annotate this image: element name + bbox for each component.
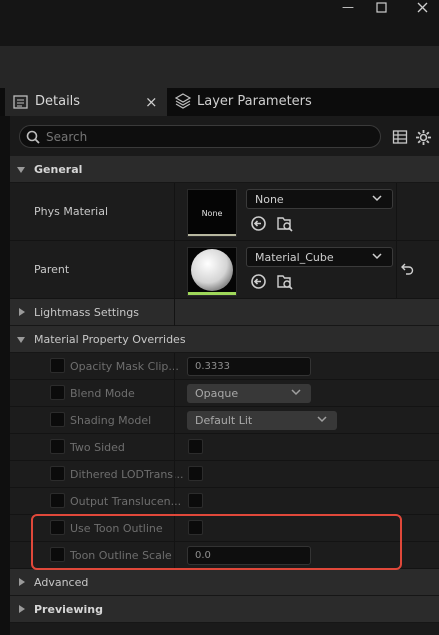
section-lightmass-settings[interactable]: Lightmass Settings: [10, 299, 439, 326]
tab-close-icon[interactable]: ×: [145, 93, 158, 111]
section-previewing-title: Previewing: [34, 603, 103, 616]
output-translucent-override-checkbox[interactable]: [50, 493, 65, 508]
column-divider: [174, 183, 175, 326]
reset-to-default-icon[interactable]: [401, 263, 414, 275]
parent-dropdown[interactable]: Material_Cube: [246, 247, 393, 267]
override-row-dithered-lod: Dithered LODTrans...: [10, 461, 439, 488]
blend-mode-label: Blend Mode: [70, 387, 135, 400]
parent-value: Material_Cube: [255, 250, 334, 264]
override-row-two-sided: Two Sided: [10, 434, 439, 461]
maximize-icon: [375, 1, 387, 13]
section-general-title: General: [34, 163, 83, 176]
override-row-blend-mode: Blend Mode Opaque: [10, 380, 439, 407]
section-advanced[interactable]: Advanced: [10, 569, 439, 596]
search-input[interactable]: [46, 128, 366, 145]
opacity-mask-clip-override-checkbox[interactable]: [50, 358, 65, 373]
phys-material-thumbnail-text: None: [201, 209, 223, 218]
section-material-property-overrides[interactable]: Material Property Overrides: [10, 326, 439, 353]
chevron-down-icon: [372, 253, 382, 260]
chevron-down-icon: [17, 167, 25, 173]
tab-details-label: Details: [35, 94, 81, 109]
minimize-icon: —: [342, 0, 354, 14]
use-selected-asset-icon[interactable]: [250, 215, 267, 232]
shading-model-label: Shading Model: [70, 414, 152, 427]
thumbnail-accent-bar: [188, 292, 236, 295]
close-window-button[interactable]: [402, 0, 439, 14]
two-sided-override-checkbox[interactable]: [50, 439, 65, 454]
search-box[interactable]: [19, 125, 381, 148]
blend-mode-override-checkbox[interactable]: [50, 385, 65, 400]
column-divider: [396, 183, 397, 299]
search-icon: [26, 130, 40, 144]
opacity-mask-clip-value: 0.3333: [195, 361, 230, 372]
browse-asset-icon[interactable]: [276, 215, 294, 233]
thumbnail-underline: [188, 234, 236, 236]
details-icon: [13, 95, 28, 109]
section-previewing[interactable]: Previewing: [10, 596, 439, 623]
browse-asset-icon[interactable]: [276, 273, 294, 291]
chevron-right-icon: [19, 308, 25, 316]
phys-material-dropdown[interactable]: None: [246, 189, 393, 209]
phys-material-value: None: [255, 192, 284, 206]
shading-model-value: Default Lit: [195, 414, 253, 427]
chevron-down-icon: [17, 337, 25, 343]
blend-mode-value: Opaque: [195, 387, 239, 400]
override-row-shading-model: Shading Model Default Lit: [10, 407, 439, 434]
two-sided-value-checkbox[interactable]: [188, 439, 203, 454]
chevron-right-icon: [19, 578, 25, 586]
blend-mode-dropdown[interactable]: Opaque: [187, 384, 311, 403]
material-sphere-preview: [191, 249, 233, 291]
section-overrides-title: Material Property Overrides: [34, 333, 186, 346]
tab-layer-parameters[interactable]: Layer Parameters: [168, 88, 348, 116]
table-view-icon[interactable]: [392, 129, 408, 145]
dithered-lod-label: Dithered LODTrans...: [70, 468, 184, 481]
phys-material-thumbnail[interactable]: None: [187, 189, 237, 237]
output-translucent-value-checkbox[interactable]: [188, 493, 203, 508]
chevron-down-icon: [372, 195, 382, 202]
maximize-button[interactable]: [361, 0, 401, 14]
output-translucent-label: Output Translucen...: [70, 495, 182, 508]
highlight-rectangle: [31, 514, 402, 570]
tab-details[interactable]: Details ×: [5, 88, 167, 116]
phys-material-label: Phys Material: [34, 205, 109, 218]
close-icon: [417, 2, 427, 12]
dithered-lod-override-checkbox[interactable]: [50, 466, 65, 481]
toolbar-strip: [0, 46, 439, 88]
shading-model-dropdown[interactable]: Default Lit: [187, 411, 337, 430]
override-row-opacity-mask-clip: Opacity Mask Clip... 0.3333: [10, 353, 439, 380]
section-advanced-title: Advanced: [34, 576, 89, 589]
dithered-lod-value-checkbox[interactable]: [188, 466, 203, 481]
chevron-down-icon: [317, 416, 327, 423]
section-lightmass-title: Lightmass Settings: [34, 306, 139, 319]
parent-label: Parent: [34, 263, 70, 276]
tab-layer-parameters-label: Layer Parameters: [197, 94, 312, 109]
use-selected-asset-icon[interactable]: [250, 273, 267, 290]
chevron-down-icon: [291, 389, 301, 396]
opacity-mask-clip-label: Opacity Mask Clip...: [70, 360, 179, 373]
two-sided-label: Two Sided: [70, 441, 125, 454]
section-general[interactable]: General: [10, 156, 439, 183]
parent-thumbnail[interactable]: [187, 247, 237, 296]
shading-model-override-checkbox[interactable]: [50, 412, 65, 427]
settings-gear-icon[interactable]: [415, 129, 432, 146]
layers-icon: [175, 93, 191, 109]
override-row-output-translucent: Output Translucen...: [10, 488, 439, 515]
opacity-mask-clip-input[interactable]: 0.3333: [187, 357, 311, 376]
chevron-right-icon: [19, 605, 25, 613]
